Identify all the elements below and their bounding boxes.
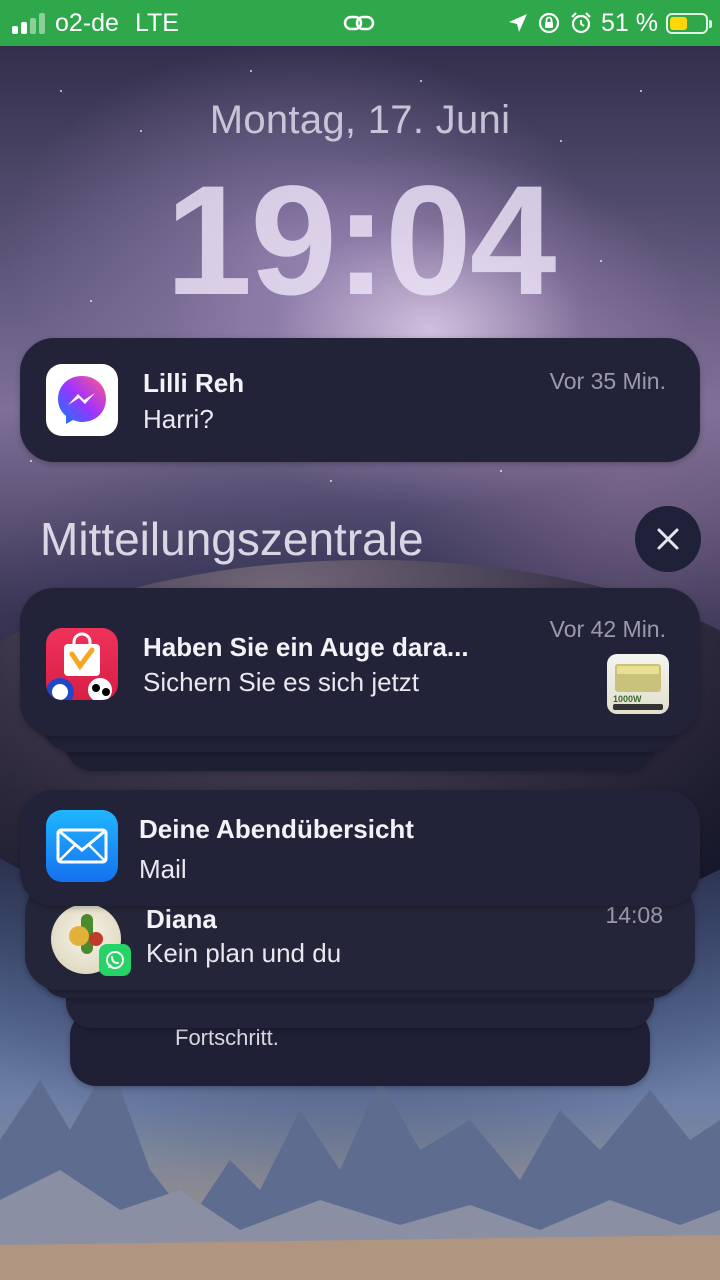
notification-shop[interactable]: Haben Sie ein Auge dara... Sichern Sie e… [20,588,700,736]
network-type: LTE [134,8,179,37]
notification-title: Diana [146,904,217,934]
notification-body: Kein plan und du [146,938,342,968]
notification-mail[interactable]: Deine Abendübersicht Mail [20,790,700,906]
shopping-bag-icon [46,628,118,700]
link-icon [343,15,375,31]
stacked-notification-fragment: Fortschritt. [175,1025,279,1050]
notification-center-header: Mitteilungszentrale [40,513,424,565]
notification-title: Haben Sie ein Auge dara... [143,632,469,662]
carrier-label: o2-de [55,8,119,37]
notification-thumbnail: 1000W [607,654,669,714]
notification-title: Deine Abendübersicht [139,814,414,844]
notification-time: 14:08 [605,902,663,928]
clear-notifications-button[interactable] [635,506,701,572]
notification-body: Sichern Sie es sich jetzt [143,667,420,697]
notification-body: Harri? [143,404,214,434]
orientation-lock-icon [538,12,560,34]
messenger-icon [46,364,118,436]
lock-screen-time: 19:04 [165,154,557,328]
location-arrow-icon [509,14,528,32]
notification-time: Vor 35 Min. [549,368,666,394]
notification-body: Mail [139,854,187,884]
notification-messenger[interactable]: Lilli Reh Harri? Vor 35 Min. [20,338,700,462]
thumbnail-label: 1000W [613,694,642,704]
alarm-icon [571,12,591,34]
notification-title: Lilli Reh [143,368,245,398]
battery-level [670,16,688,30]
status-bar: o2-de LTE 51 % [0,0,720,46]
whatsapp-icon [99,944,131,976]
signal-icon [12,12,45,34]
battery-percent: 51 % [601,8,658,37]
lock-screen-date: Montag, 17. Juni [209,98,511,142]
mail-icon [46,810,118,882]
close-icon [657,528,679,550]
battery-icon [666,12,712,34]
notification-time: Vor 42 Min. [549,616,666,642]
